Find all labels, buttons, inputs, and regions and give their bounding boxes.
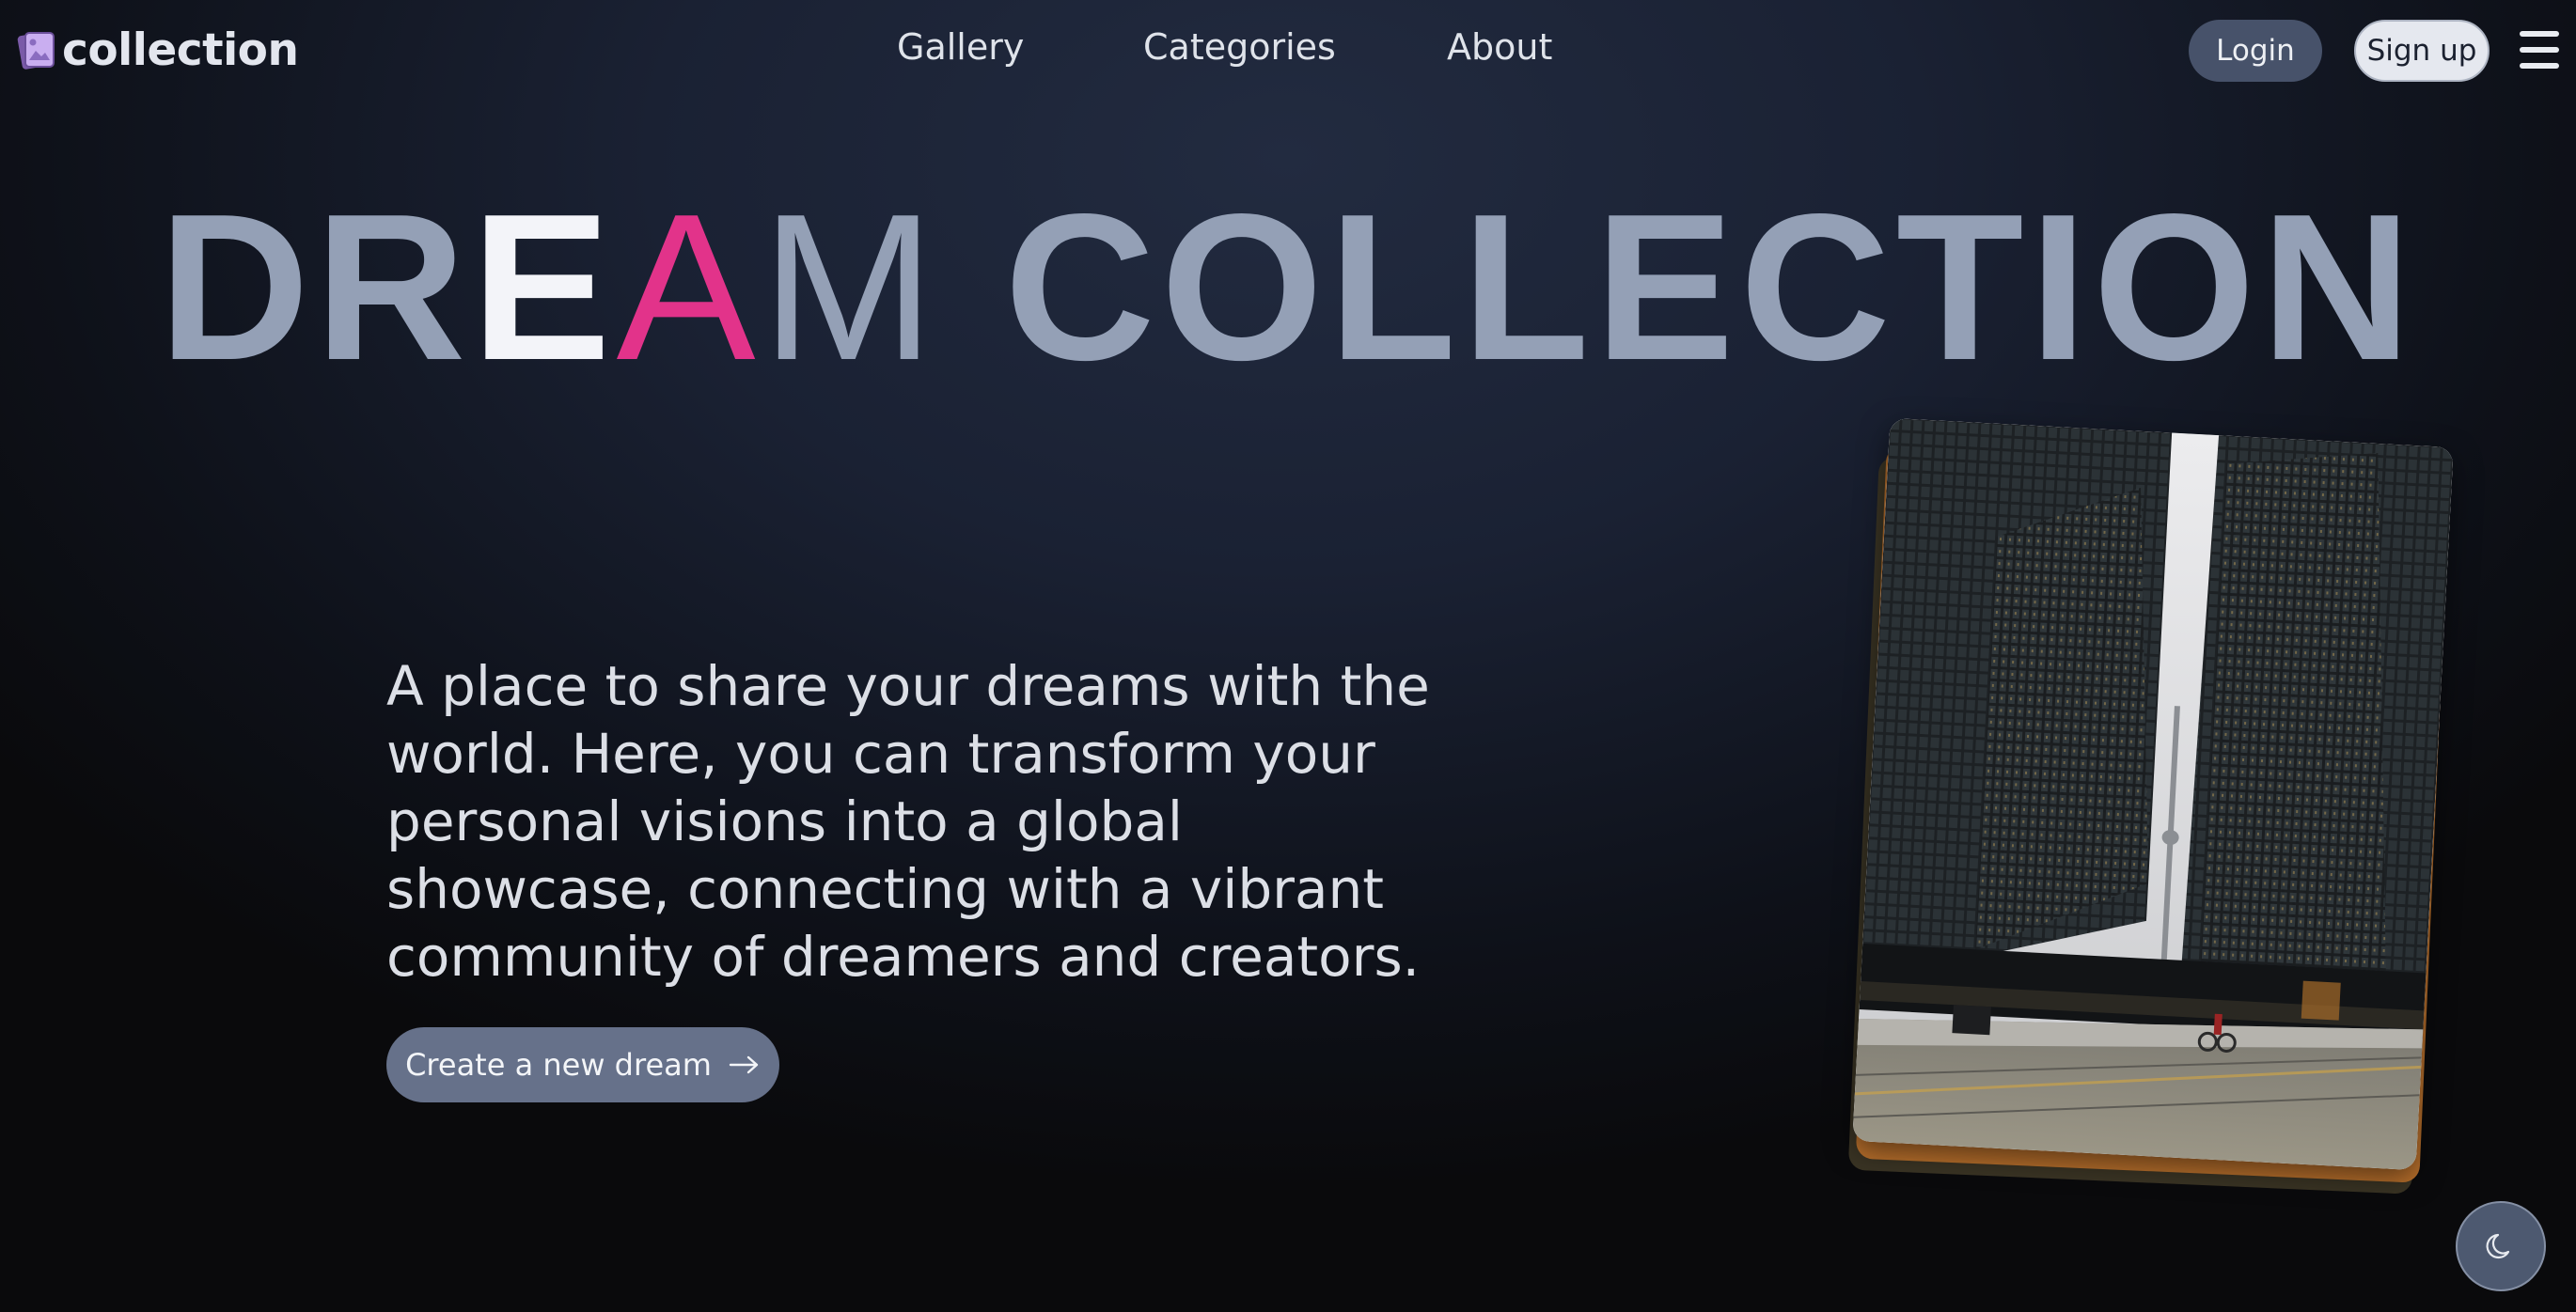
theme-toggle-button[interactable]	[2456, 1201, 2546, 1291]
moon-icon	[2484, 1229, 2518, 1263]
nav-about[interactable]: About	[1447, 26, 1552, 68]
create-dream-button[interactable]: Create a new dream	[386, 1027, 779, 1102]
title-part-e: E	[471, 171, 617, 404]
signup-button[interactable]: Sign up	[2354, 20, 2490, 82]
nav-categories[interactable]: Categories	[1143, 26, 1336, 68]
hero-description: A place to share your dreams with the wo…	[386, 654, 1430, 989]
title-part-collection: COLLECTION	[940, 171, 2418, 404]
title-part-m: M	[761, 171, 941, 404]
title-part-a: A	[616, 171, 762, 404]
hero-title: DREAM COLLECTION	[0, 175, 2576, 400]
title-part-dr: DR	[158, 171, 472, 404]
nav-gallery[interactable]: Gallery	[897, 26, 1024, 68]
create-dream-label: Create a new dream	[405, 1047, 712, 1083]
login-button[interactable]: Login	[2189, 20, 2322, 82]
arrow-right-icon	[729, 1054, 761, 1075]
city-skyscrapers-photo	[1852, 417, 2454, 1171]
hamburger-menu-icon[interactable]	[2520, 31, 2559, 69]
